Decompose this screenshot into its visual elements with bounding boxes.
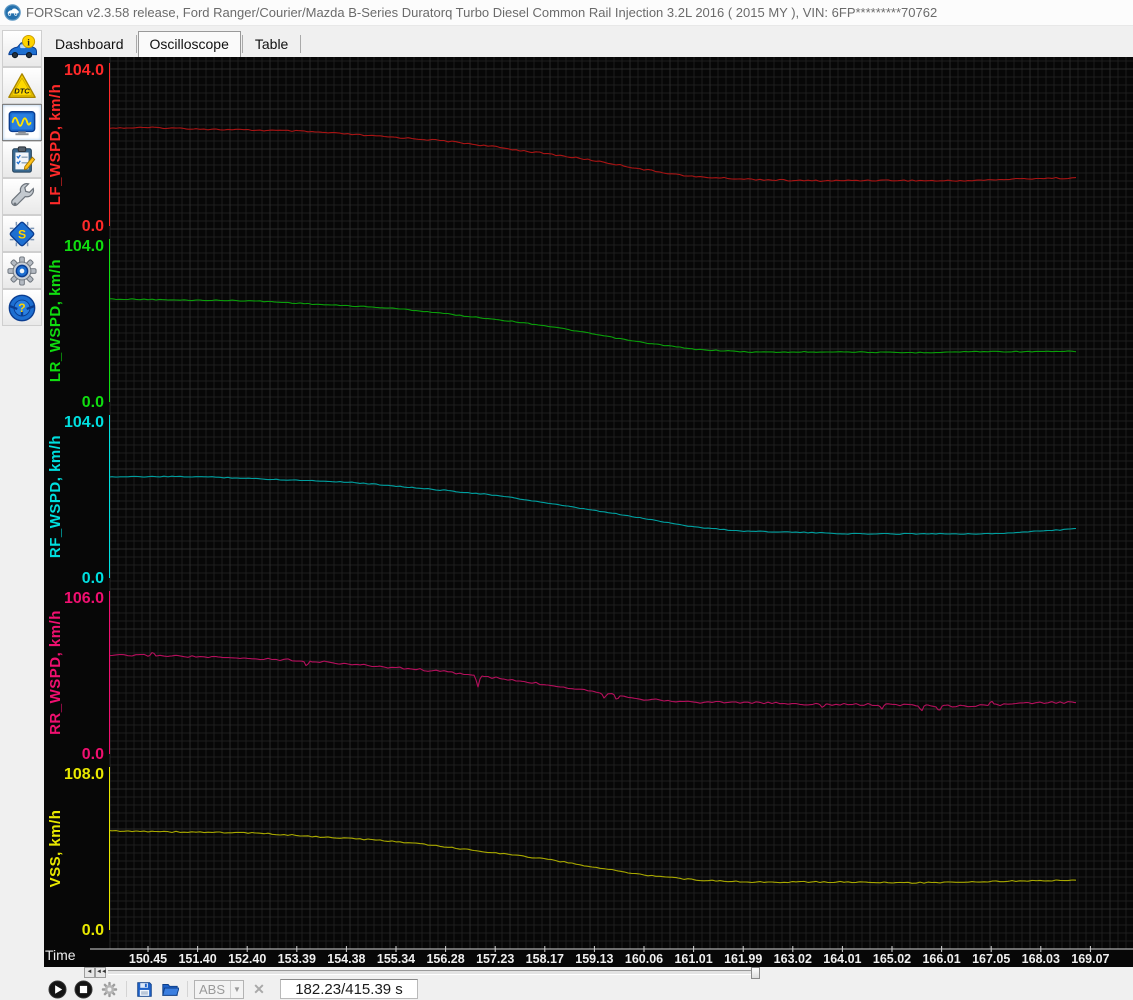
svg-text:DTC: DTC xyxy=(14,86,30,95)
play-icon xyxy=(47,979,67,999)
svg-text:LR_WSPD, km/h: LR_WSPD, km/h xyxy=(47,259,64,382)
svg-text:151.40: 151.40 xyxy=(178,952,216,966)
dtc-warning-icon: DTC xyxy=(8,72,36,98)
svg-text:0.0: 0.0 xyxy=(82,922,104,939)
scroll-left-button[interactable]: ◄ xyxy=(84,967,95,978)
oscilloscope-plot[interactable]: Time 150.45 151.40 152.40 153.39 154.38 155.34… xyxy=(44,57,1133,967)
sidebar-item-dtc[interactable]: DTC xyxy=(2,67,42,104)
svg-text:?: ? xyxy=(18,301,25,315)
svg-text:104.0: 104.0 xyxy=(64,238,104,255)
svg-text:159.13: 159.13 xyxy=(575,952,613,966)
svg-text:Time: Time xyxy=(45,947,76,963)
toolbar-separator xyxy=(126,981,127,997)
chip-icon: S xyxy=(9,221,35,246)
tab-table[interactable]: Table xyxy=(244,32,299,57)
svg-text:RR_WSPD, km/h: RR_WSPD, km/h xyxy=(47,610,64,735)
svg-text:i: i xyxy=(27,38,30,48)
window-title: FORScan v2.3.58 release, Ford Ranger/Cou… xyxy=(26,5,938,20)
svg-text:163.02: 163.02 xyxy=(774,952,812,966)
svg-text:166.01: 166.01 xyxy=(922,952,960,966)
timeline-scrollbar: ◄ ◄◄ xyxy=(44,967,1133,979)
svg-text:157.23: 157.23 xyxy=(476,952,514,966)
svg-text:167.05: 167.05 xyxy=(972,952,1010,966)
stop-button[interactable] xyxy=(72,979,94,999)
svg-text:VSS, km/h: VSS, km/h xyxy=(47,810,64,888)
tab-bar: Dashboard Oscilloscope Table xyxy=(44,26,1133,57)
tab-oscilloscope[interactable]: Oscilloscope xyxy=(137,31,241,57)
svg-text:150.45: 150.45 xyxy=(129,952,167,966)
tests-clipboard-icon xyxy=(12,145,36,173)
car-info-icon: i xyxy=(8,34,37,58)
folder-icon xyxy=(162,984,179,996)
save-icon xyxy=(136,981,152,997)
sidebar-item-service[interactable] xyxy=(2,178,42,215)
svg-text:0.0: 0.0 xyxy=(82,570,104,587)
gear-icon xyxy=(7,255,37,286)
sidebar-item-configuration[interactable]: S xyxy=(2,215,42,252)
svg-text:106.0: 106.0 xyxy=(64,590,104,607)
svg-text:161.01: 161.01 xyxy=(674,952,712,966)
title-bar: FORScan v2.3.58 release, Ford Ranger/Cou… xyxy=(0,0,1133,26)
sidebar-item-vehicle-info[interactable]: i xyxy=(2,30,42,67)
oscilloscope-canvas: Time 150.45 151.40 152.40 153.39 154.38 155.34… xyxy=(45,57,1133,966)
play-button[interactable] xyxy=(46,979,68,999)
toolbar-separator xyxy=(187,981,188,997)
svg-text:0.0: 0.0 xyxy=(82,218,104,235)
svg-text:165.02: 165.02 xyxy=(873,952,911,966)
tab-separator xyxy=(241,35,243,53)
save-recording-button[interactable] xyxy=(133,979,155,999)
svg-text:161.99: 161.99 xyxy=(724,952,762,966)
gear-small-icon xyxy=(101,981,117,997)
svg-text:155.34: 155.34 xyxy=(377,952,415,966)
svg-text:158.17: 158.17 xyxy=(526,952,564,966)
svg-text:153.39: 153.39 xyxy=(278,952,316,966)
scroll-fast-left-button[interactable]: ◄◄ xyxy=(95,967,107,978)
playback-position-value: 182.23/415.39 s xyxy=(295,980,403,998)
svg-text:RF_WSPD, km/h: RF_WSPD, km/h xyxy=(47,435,64,558)
clear-marks-button[interactable]: ✕ xyxy=(248,979,270,999)
tab-dashboard[interactable]: Dashboard xyxy=(44,32,135,57)
svg-text:104.0: 104.0 xyxy=(64,62,104,79)
svg-text:0.0: 0.0 xyxy=(82,746,104,763)
svg-text:154.38: 154.38 xyxy=(327,952,365,966)
svg-text:168.03: 168.03 xyxy=(1022,952,1060,966)
svg-text:S: S xyxy=(18,227,26,241)
module-select-value: ABS xyxy=(199,981,226,997)
svg-text:LF_WSPD, km/h: LF_WSPD, km/h xyxy=(47,84,64,206)
svg-text:108.0: 108.0 xyxy=(64,766,104,783)
module-select[interactable]: ABS ▼ xyxy=(194,979,244,999)
forscan-logo-icon xyxy=(4,4,21,21)
sidebar-item-tests[interactable] xyxy=(2,141,42,178)
tab-separator xyxy=(135,35,137,53)
steering-wheel-help-icon: ? xyxy=(8,294,36,321)
stop-icon xyxy=(73,979,93,999)
svg-text:156.28: 156.28 xyxy=(426,952,464,966)
scrollbar-thumb[interactable] xyxy=(751,967,760,979)
record-settings-button[interactable] xyxy=(98,979,120,999)
svg-text:169.07: 169.07 xyxy=(1071,952,1109,966)
svg-text:104.0: 104.0 xyxy=(64,414,104,431)
chevron-down-icon: ▼ xyxy=(230,980,243,998)
svg-text:164.01: 164.01 xyxy=(823,952,861,966)
sidebar: i DTC S ? xyxy=(0,26,44,1000)
playback-position: 182.23/415.39 s xyxy=(280,979,418,999)
sidebar-item-settings[interactable] xyxy=(2,252,42,289)
svg-text:160.06: 160.06 xyxy=(625,952,663,966)
svg-text:152.40: 152.40 xyxy=(228,952,266,966)
oscilloscope-icon xyxy=(8,110,36,135)
sidebar-item-help[interactable]: ? xyxy=(2,289,42,326)
svg-text:0.0: 0.0 xyxy=(82,394,104,411)
tab-separator xyxy=(300,35,302,53)
wrench-icon xyxy=(11,182,35,206)
sidebar-item-oscilloscope[interactable] xyxy=(2,104,42,141)
load-recording-button[interactable] xyxy=(159,979,181,999)
scrollbar-track[interactable] xyxy=(108,967,760,979)
bottom-toolbar: ABS ▼ ✕ 182.23/415.39 s xyxy=(44,978,1133,1000)
